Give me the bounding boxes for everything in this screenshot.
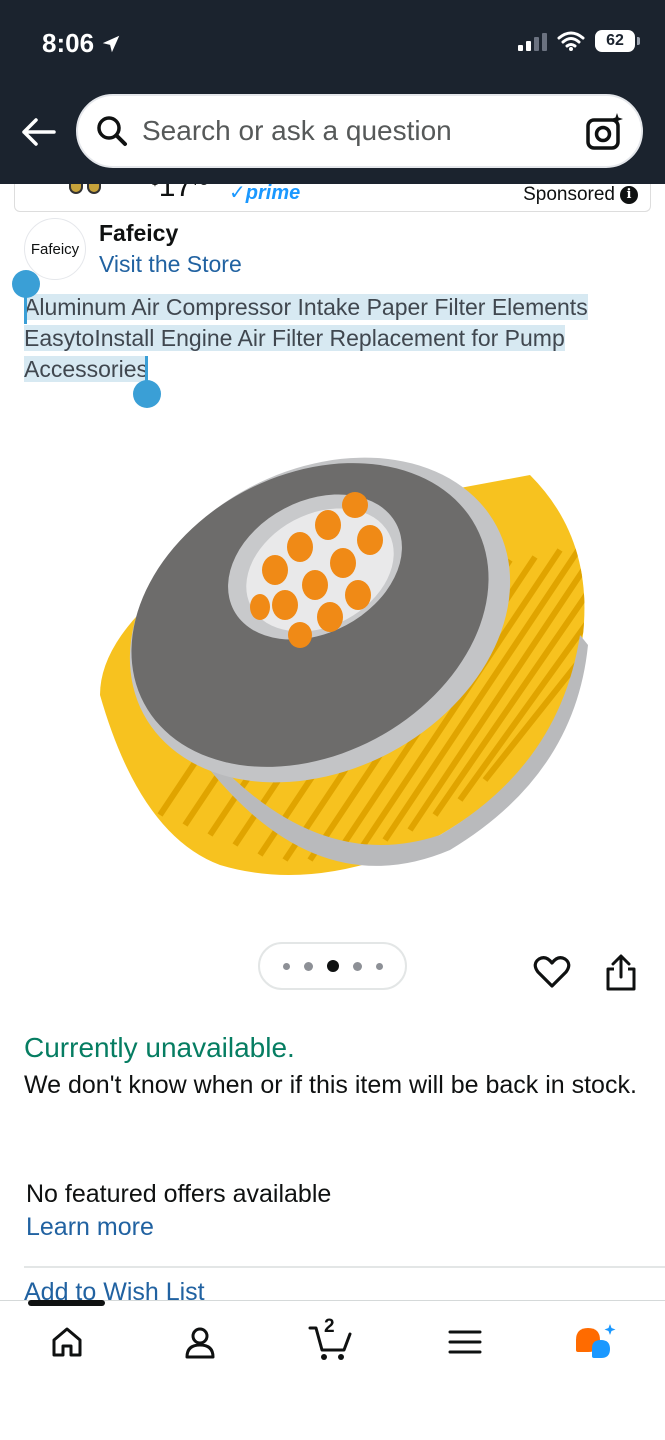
cart-count-badge: 2 xyxy=(324,1316,335,1337)
status-indicators: 62 xyxy=(518,30,640,52)
availability-status: Currently unavailable. xyxy=(24,1032,295,1063)
selection-handle-start[interactable] xyxy=(12,270,40,298)
account-icon xyxy=(185,1327,215,1359)
carousel-dot-active xyxy=(326,960,339,972)
product-image[interactable] xyxy=(60,395,600,905)
sponsored-label[interactable]: Sponsored i xyxy=(523,184,638,206)
status-time: 8:06 xyxy=(42,28,122,59)
search-placeholder: Search or ask a question xyxy=(142,115,452,146)
active-tab-indicator xyxy=(28,1300,105,1306)
image-carousel-indicator[interactable] xyxy=(258,942,407,990)
add-to-wish-list-link[interactable]: Add to Wish List xyxy=(24,1278,205,1300)
store-logo[interactable]: Fafeicy xyxy=(24,218,86,280)
nav-rufus[interactable] xyxy=(574,1320,618,1364)
carousel-dot xyxy=(375,962,383,970)
search-icon xyxy=(94,113,130,149)
menu-icon xyxy=(448,1330,482,1354)
search-input[interactable]: Search or ask a question xyxy=(76,94,643,168)
back-arrow-icon xyxy=(22,118,56,146)
heart-icon xyxy=(533,956,571,988)
time-text: 8:06 xyxy=(42,28,95,58)
ad-price: $1778 xyxy=(151,184,208,203)
brand-name: Fafeicy xyxy=(99,220,179,246)
back-button[interactable] xyxy=(18,112,58,152)
learn-more-link[interactable]: Learn more xyxy=(26,1213,154,1242)
prime-badge: ✓prime xyxy=(229,184,301,204)
air-filter-image xyxy=(100,457,588,875)
nav-account[interactable] xyxy=(178,1320,222,1364)
rufus-assistant-icon xyxy=(576,1324,616,1358)
carousel-dot xyxy=(352,961,362,971)
share-icon xyxy=(606,954,636,991)
cellular-signal-icon xyxy=(518,31,547,51)
selected-title-text: Aluminum Air Compressor Intake Paper Fil… xyxy=(24,294,588,382)
nav-menu[interactable] xyxy=(443,1320,487,1364)
ad-product-thumbnail xyxy=(69,184,101,194)
visit-store-link[interactable]: Visit the Store xyxy=(99,251,242,278)
info-icon: i xyxy=(620,186,638,204)
share-button[interactable] xyxy=(603,953,639,993)
availability-description: We don't know when or if this item will … xyxy=(24,1071,637,1099)
no-offers-text: No featured offers available xyxy=(26,1180,332,1208)
wifi-icon xyxy=(557,31,585,51)
camera-search-icon[interactable] xyxy=(583,110,627,154)
carousel-dot xyxy=(282,962,290,970)
product-title: Aluminum Air Compressor Intake Paper Fil… xyxy=(24,292,641,385)
divider xyxy=(24,1266,665,1268)
nav-cart[interactable]: 2 xyxy=(308,1316,352,1364)
location-arrow-icon xyxy=(102,35,120,52)
add-to-list-button[interactable] xyxy=(533,953,571,991)
sponsored-ad[interactable]: $1778 ✓prime Sponsored i xyxy=(14,184,651,212)
carousel-dot xyxy=(303,961,313,971)
nav-home[interactable] xyxy=(45,1320,89,1364)
battery-indicator: 62 xyxy=(595,30,640,52)
home-icon xyxy=(52,1327,82,1357)
